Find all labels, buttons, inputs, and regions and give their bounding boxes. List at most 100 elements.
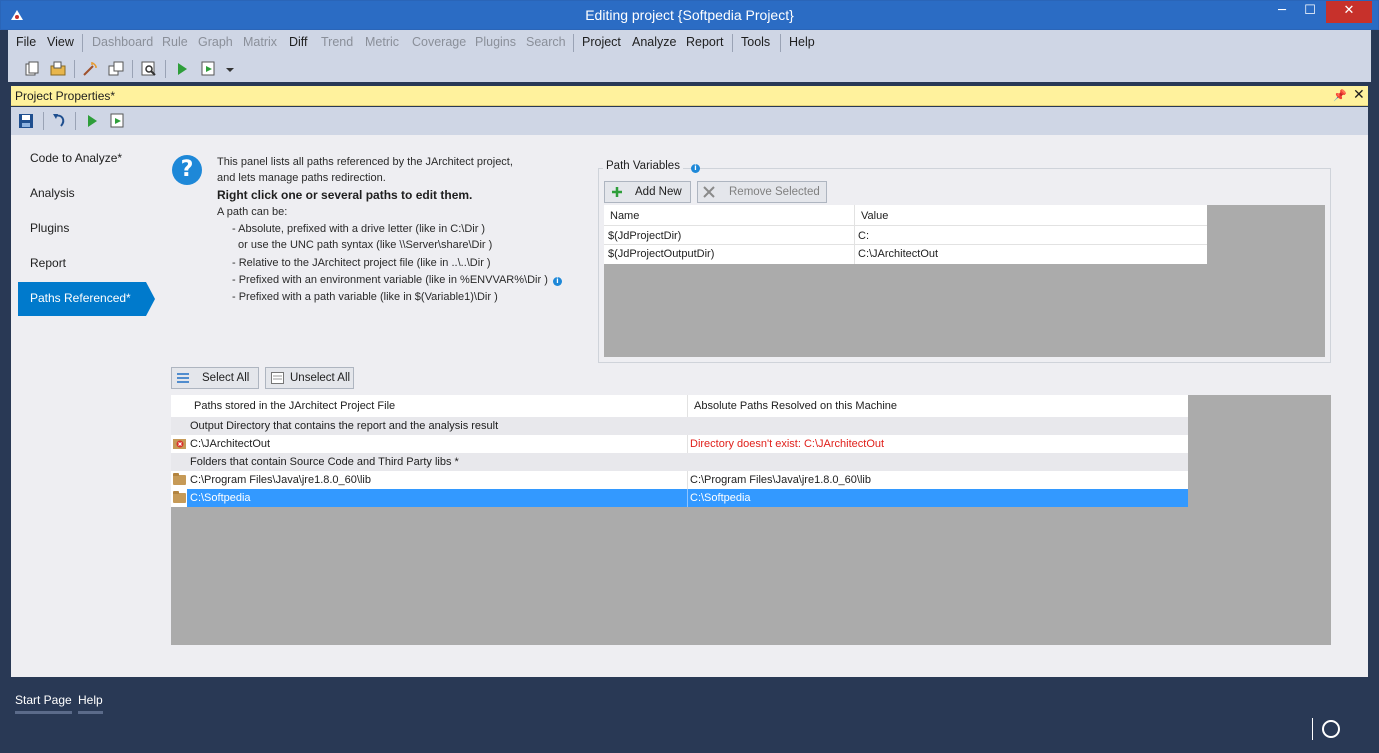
nav-analysis[interactable]: Analysis	[18, 177, 146, 211]
run-analysis-icon[interactable]	[83, 112, 101, 130]
info-icon[interactable]: i	[553, 277, 562, 286]
analyze-icon[interactable]	[81, 60, 99, 78]
toolbar-separator	[43, 112, 44, 130]
help-line: - Relative to the JArchitect project fil…	[232, 257, 491, 269]
missing-folder-icon	[173, 439, 186, 449]
panel-body: Code to Analyze* Analysis Plugins Report…	[11, 135, 1368, 677]
grid-divider	[604, 244, 1207, 245]
menu-file[interactable]: File	[16, 35, 36, 49]
menu-separator	[573, 34, 574, 52]
group-row-label: Folders that contain Source Code and Thi…	[190, 456, 459, 468]
remove-selected-button[interactable]: Remove Selected	[697, 181, 827, 203]
path-resolved[interactable]: C:\Program Files\Java\jre1.8.0_60\lib	[690, 474, 871, 486]
menu-analyze[interactable]: Analyze	[632, 35, 676, 49]
open-project-icon[interactable]	[49, 60, 67, 78]
toolbar-separator	[75, 112, 76, 130]
dropdown-arrow-icon[interactable]	[224, 60, 236, 78]
add-new-button[interactable]: Add New	[604, 181, 691, 203]
help-line: - Prefixed with a path variable (like in…	[232, 291, 498, 303]
menu-separator	[732, 34, 733, 52]
maximize-button[interactable]: ☐	[1297, 1, 1323, 23]
menu-project[interactable]: Project	[582, 35, 621, 49]
nav-paths-referenced[interactable]: Paths Referenced*	[18, 282, 146, 316]
compare-icon[interactable]	[107, 60, 125, 78]
close-panel-icon[interactable]: ✕	[1353, 87, 1365, 103]
add-new-label: Add New	[635, 186, 682, 198]
path-resolved[interactable]: C:\Softpedia	[690, 492, 751, 504]
panel-header: Project Properties* 📌 ✕	[11, 86, 1368, 106]
grid-divider	[687, 395, 688, 417]
close-window-button[interactable]: ✕	[1326, 1, 1372, 23]
menu-bar: File View Dashboard Rule Graph Matrix Di…	[8, 30, 1371, 56]
toolbar-separator	[132, 60, 133, 78]
minimize-button[interactable]: ─	[1269, 1, 1295, 23]
menu-report[interactable]: Report	[686, 35, 724, 49]
tab-help[interactable]: Help	[78, 693, 103, 714]
menu-separator	[780, 34, 781, 52]
help-line: A path can be:	[217, 206, 288, 218]
path-resolved-error[interactable]: Directory doesn't exist: C:\JArchitectOu…	[690, 438, 884, 450]
path-variable-value[interactable]: C:\JArchitectOut	[858, 248, 938, 260]
grid-divider	[687, 471, 688, 489]
menu-coverage[interactable]: Coverage	[412, 35, 466, 49]
help-line: - Absolute, prefixed with a drive letter…	[232, 223, 486, 235]
column-header-resolved[interactable]: Absolute Paths Resolved on this Machine	[694, 400, 897, 412]
run-report-icon[interactable]	[200, 60, 218, 78]
remove-selected-label: Remove Selected	[729, 186, 820, 198]
menu-rule[interactable]: Rule	[162, 35, 188, 49]
nav-report[interactable]: Report	[18, 247, 146, 281]
new-project-icon[interactable]	[23, 60, 41, 78]
tab-start-page[interactable]: Start Page	[15, 693, 72, 714]
undo-icon[interactable]	[50, 112, 68, 130]
pin-icon[interactable]: 📌	[1333, 89, 1347, 102]
path-variable-name[interactable]: $(JdProjectDir)	[608, 230, 681, 242]
save-icon[interactable]	[17, 112, 35, 130]
run-analysis-icon[interactable]	[173, 60, 191, 78]
path-stored[interactable]: C:\Program Files\Java\jre1.8.0_60\lib	[190, 474, 371, 486]
path-variable-name[interactable]: $(JdProjectOutputDir)	[608, 248, 714, 260]
panel-title: Project Properties*	[15, 89, 116, 103]
menu-matrix[interactable]: Matrix	[243, 35, 277, 49]
window-title: Editing project {Softpedia Project}	[585, 7, 794, 23]
menu-help[interactable]: Help	[789, 35, 815, 49]
plus-icon	[612, 187, 622, 197]
folder-icon	[173, 473, 186, 485]
nav-code-to-analyze[interactable]: Code to Analyze*	[18, 142, 146, 176]
help-icon: ?	[172, 155, 202, 185]
menu-search[interactable]: Search	[526, 35, 566, 49]
path-variables-label: Path Variables	[603, 160, 683, 172]
status-separator	[1312, 718, 1313, 740]
menu-diff[interactable]: Diff	[289, 35, 308, 49]
list-icon	[177, 373, 189, 383]
column-header-name[interactable]: Name	[610, 210, 639, 222]
menu-trend[interactable]: Trend	[321, 35, 353, 49]
nav-active-arrow	[146, 282, 155, 316]
grid-divider	[604, 225, 1207, 226]
help-line: This panel lists all paths referenced by…	[217, 156, 513, 168]
path-variable-value[interactable]: C:	[858, 230, 869, 242]
nav-plugins[interactable]: Plugins	[18, 212, 146, 246]
menu-tools[interactable]: Tools	[741, 35, 770, 49]
info-icon[interactable]: i	[691, 164, 700, 173]
menu-metric[interactable]: Metric	[365, 35, 399, 49]
menu-view[interactable]: View	[47, 35, 74, 49]
select-all-button[interactable]: Select All	[171, 367, 259, 389]
search-report-icon[interactable]	[140, 60, 158, 78]
toolbar-separator	[74, 60, 75, 78]
help-line-bold: Right click one or several paths to edit…	[217, 188, 473, 202]
column-header-stored[interactable]: Paths stored in the JArchitect Project F…	[194, 400, 395, 412]
folder-icon	[173, 491, 186, 503]
main-toolbar	[8, 56, 1371, 82]
run-report-icon[interactable]	[109, 112, 127, 130]
select-all-label: Select All	[202, 372, 250, 384]
path-stored[interactable]: C:\JArchitectOut	[190, 438, 270, 450]
help-line: or use the UNC path syntax (like \\Serve…	[238, 239, 493, 251]
column-header-value[interactable]: Value	[861, 210, 888, 222]
menu-graph[interactable]: Graph	[198, 35, 233, 49]
status-indicator-icon[interactable]	[1322, 720, 1340, 738]
menu-dashboard[interactable]: Dashboard	[92, 35, 153, 49]
menu-separator	[82, 34, 83, 52]
unselect-all-button[interactable]: Unselect All	[265, 367, 354, 389]
menu-plugins[interactable]: Plugins	[475, 35, 516, 49]
path-stored[interactable]: C:\Softpedia	[190, 492, 251, 504]
